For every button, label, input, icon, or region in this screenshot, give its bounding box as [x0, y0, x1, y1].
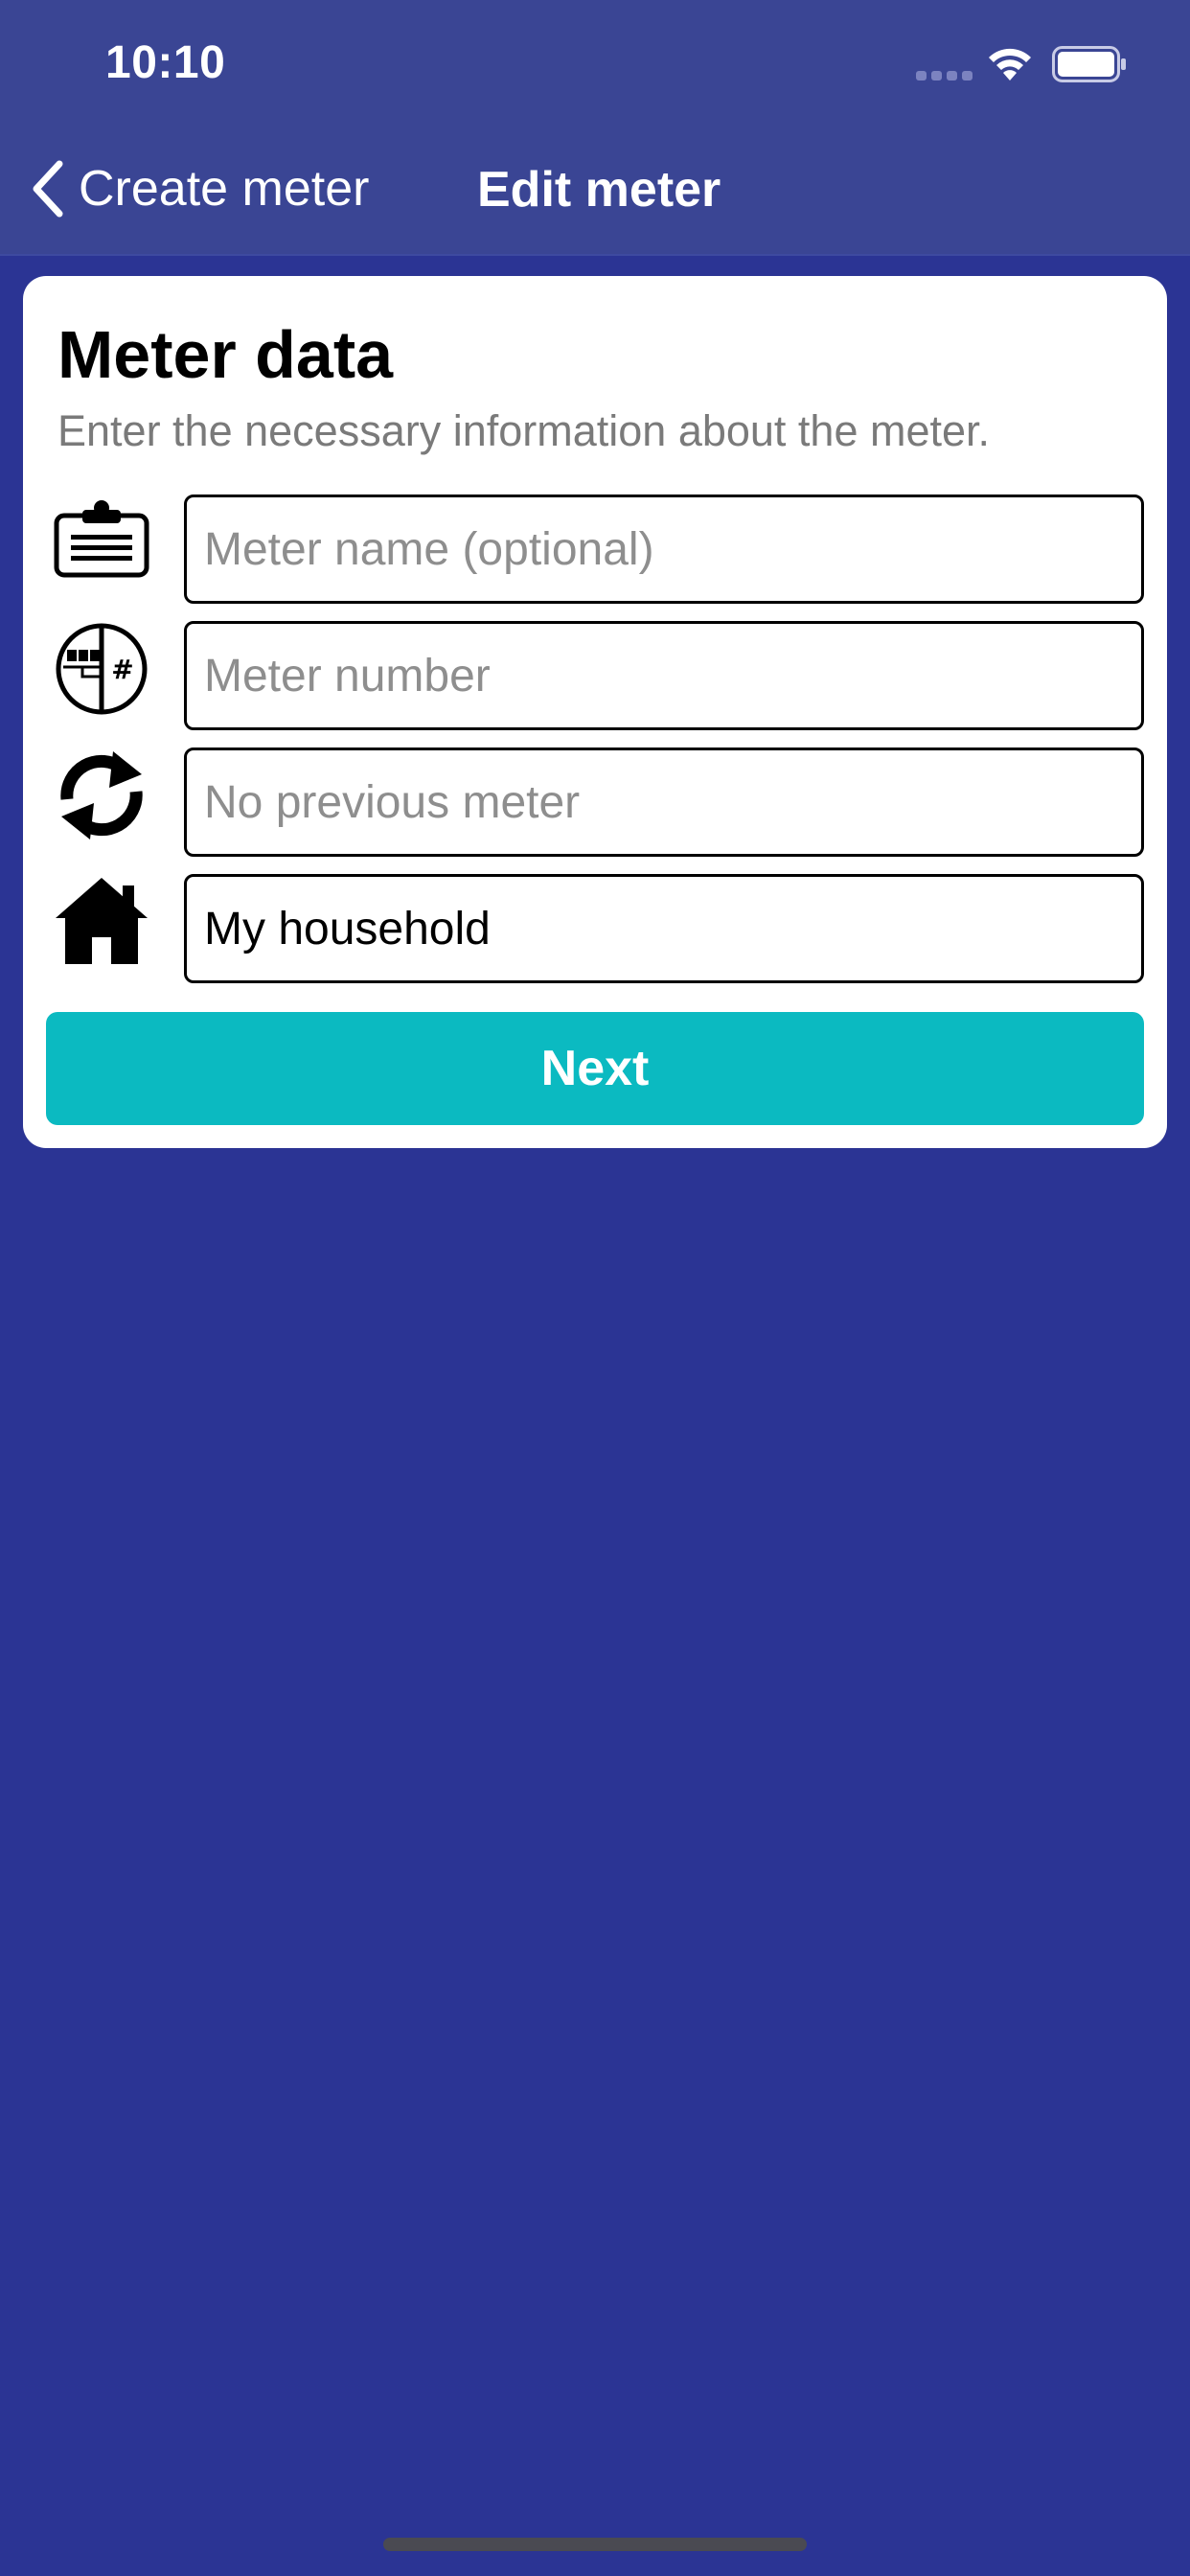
clipboard-icon [54, 500, 149, 578]
back-button[interactable]: Create meter [29, 155, 369, 222]
meter-name-field[interactable] [184, 494, 1144, 604]
back-button-label: Create meter [79, 161, 370, 217]
refresh-icon [60, 751, 143, 840]
navigation-bar: Create meter Edit meter [0, 126, 1190, 254]
house-icon [56, 878, 148, 964]
home-indicator [383, 2538, 807, 2551]
battery-icon [1052, 46, 1126, 82]
previous-meter-placeholder: No previous meter [204, 776, 581, 828]
card-title: Meter data [57, 317, 394, 392]
household-select[interactable]: My household [184, 874, 1144, 983]
status-time: 10:10 [105, 37, 226, 88]
household-value: My household [204, 903, 491, 954]
meter-number-field[interactable] [184, 621, 1144, 730]
meter-number-icon: # [56, 623, 148, 715]
nav-title: Edit meter [477, 162, 721, 218]
previous-meter-select[interactable]: No previous meter [184, 748, 1144, 857]
status-bar: 10:10 [0, 0, 1190, 126]
chevron-left-icon [33, 160, 63, 218]
next-button[interactable]: Next [46, 1012, 1144, 1125]
card-subtitle: Enter the necessary information about th… [57, 406, 991, 455]
cellular-signal-icon [916, 71, 973, 80]
svg-text:#: # [111, 654, 133, 685]
top-area: 10:10 Create meter Edit meter [0, 0, 1190, 256]
wifi-icon [989, 48, 1031, 80]
meter-data-card: Meter data Enter the necessary informati… [23, 276, 1167, 1148]
